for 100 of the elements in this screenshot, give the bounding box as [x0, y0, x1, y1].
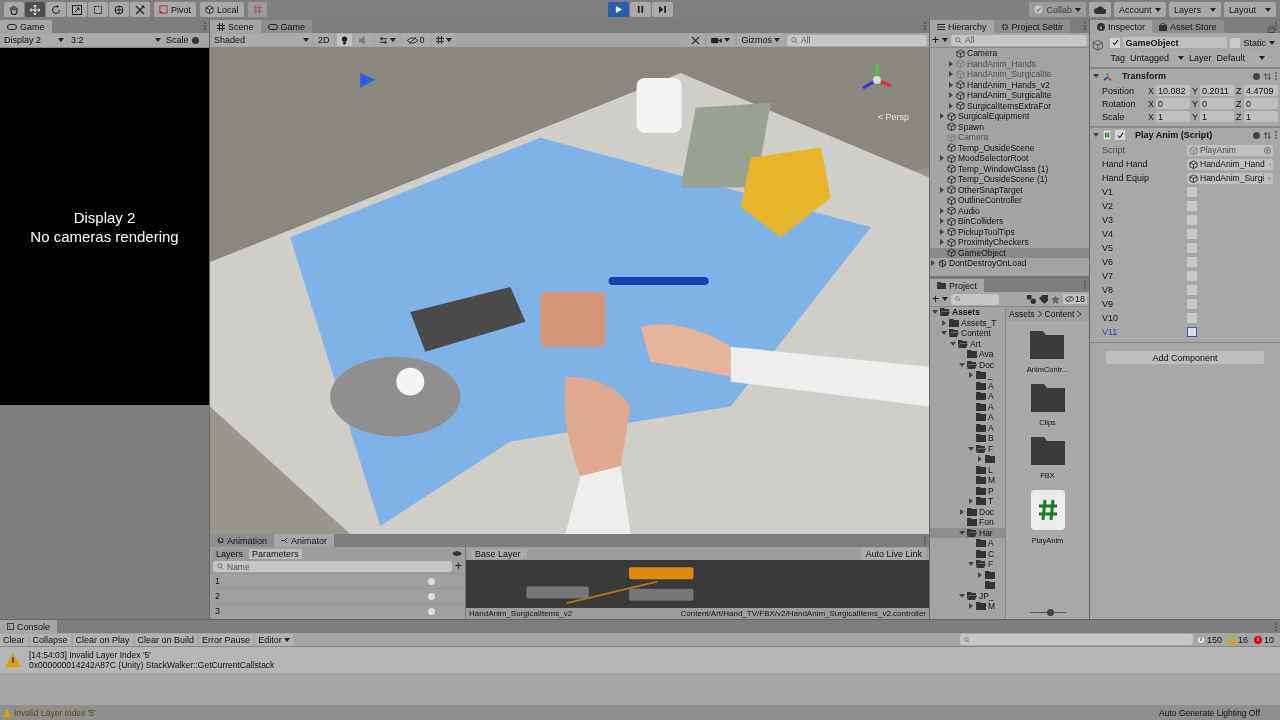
lock-icon[interactable] [1268, 25, 1275, 33]
audio-toggle[interactable] [354, 34, 372, 46]
hierarchy-row[interactable]: OtherSnapTarget [930, 184, 1089, 195]
toggle-checkbox[interactable] [1187, 201, 1197, 211]
console-toolbar-button[interactable]: Error Pause [199, 633, 254, 646]
disclosure-arrow-icon[interactable] [932, 309, 938, 316]
number-field[interactable]: 4.4709 [1244, 85, 1278, 96]
folder-row[interactable]: Doc [930, 506, 1005, 517]
auto-live-link-button[interactable]: Auto Live Link [861, 547, 926, 560]
hidden-objects-toggle[interactable]: 0 [402, 34, 429, 46]
folder-row[interactable]: A [930, 422, 1005, 433]
game-tab[interactable]: Game [0, 20, 52, 33]
help-icon[interactable] [1253, 72, 1260, 80]
script-file-icon[interactable] [1030, 490, 1065, 530]
disclosure-arrow-icon[interactable] [977, 571, 983, 578]
aspect-dropdown[interactable]: 3:2 [69, 34, 163, 46]
active-checkbox[interactable] [1110, 37, 1121, 48]
move-tool-button[interactable] [25, 2, 45, 17]
disclosure-arrow-icon[interactable] [941, 319, 947, 326]
error-count-toggle[interactable]: 10 [1252, 634, 1276, 645]
disclosure-arrow-icon[interactable] [977, 456, 983, 463]
hierarchy-row[interactable]: Spawn [930, 121, 1089, 132]
hierarchy-row[interactable]: PickupToolTips [930, 226, 1089, 237]
local-button[interactable]: Local [200, 2, 244, 17]
rect-tool-button[interactable] [88, 2, 108, 17]
hierarchy-search-field[interactable]: All [951, 34, 1087, 46]
hierarchy-row[interactable]: SurgicalEquipment [930, 111, 1089, 122]
info-count-toggle[interactable]: 150 [1194, 634, 1224, 645]
play-button[interactable] [607, 2, 629, 17]
animation-tab[interactable]: Animation [210, 534, 275, 547]
console-message[interactable]: [14:54:03] Invalid Layer Index '5' 0x000000014242A87C (Unity) StackWalker::GetCurrentCallstack [0, 647, 1280, 673]
project-search-field[interactable] [951, 293, 999, 305]
disclosure-arrow-icon[interactable] [948, 92, 954, 99]
cloud-button[interactable] [1089, 2, 1111, 17]
disclosure-arrow-icon[interactable] [939, 207, 945, 214]
console-toolbar-button[interactable]: Clear on Build [134, 633, 198, 646]
toggle-checkbox[interactable] [1187, 327, 1197, 337]
custom-tool-button[interactable] [130, 2, 150, 17]
base-layer-breadcrumb[interactable]: Base Layer [469, 548, 527, 559]
animator-subtab[interactable]: Parameters [249, 548, 302, 559]
project-settings-tab[interactable]: Project Settir [993, 20, 1071, 33]
disclosure-arrow-icon[interactable] [959, 508, 965, 515]
animator-subtab[interactable]: Layers [213, 548, 246, 559]
disclosure-arrow-icon[interactable] [968, 603, 974, 610]
scale-slider-handle[interactable] [191, 36, 199, 44]
sliders-icon[interactable] [1264, 72, 1271, 80]
warning-count-toggle[interactable]: 16 [1225, 634, 1250, 645]
toggle-checkbox[interactable] [1187, 271, 1197, 281]
star-icon[interactable] [1051, 294, 1060, 304]
filter-type-icon[interactable] [1027, 294, 1036, 304]
disclosure-arrow-icon[interactable] [959, 529, 965, 536]
parameter-row[interactable]: 1 [210, 573, 465, 588]
folder-row[interactable]: A [930, 380, 1005, 391]
breadcrumb-item[interactable]: Content [1044, 309, 1075, 319]
object-name-field[interactable]: GameObject [1123, 37, 1228, 48]
console-search-field[interactable] [959, 634, 1193, 645]
folder-row[interactable]: Assets_T [930, 317, 1005, 328]
label-tag-icon[interactable] [1039, 294, 1048, 304]
hierarchy-row[interactable]: OutlineController [930, 195, 1089, 206]
add-component-button[interactable]: Add Component [1106, 351, 1264, 364]
layer-dropdown[interactable]: Default [1214, 51, 1267, 64]
component-header[interactable]: Play Anim (Script) [1090, 127, 1280, 142]
disclosure-arrow-icon[interactable] [939, 228, 945, 235]
component-enabled-checkbox[interactable] [1115, 130, 1125, 140]
disclosure-arrow-icon[interactable] [941, 330, 947, 337]
collab-dropdown[interactable]: Collab [1029, 2, 1086, 17]
number-field[interactable]: 0 [1200, 98, 1234, 109]
shading-dropdown[interactable]: Shaded [212, 34, 311, 46]
hierarchy-row[interactable]: HandAnim_SurgicalIte [930, 90, 1089, 101]
folder-row[interactable]: _ [930, 370, 1005, 381]
camera-dropdown[interactable] [707, 34, 735, 46]
disclosure-arrow-icon[interactable] [948, 60, 954, 67]
hierarchy-row[interactable]: Temp_OusideScene [930, 142, 1089, 153]
tools-button[interactable] [687, 34, 705, 46]
state-node[interactable] [526, 586, 589, 599]
toggle-checkbox[interactable] [1187, 187, 1197, 197]
disclosure-arrow-icon[interactable] [948, 81, 954, 88]
console-toolbar-button[interactable]: Clear [0, 633, 28, 646]
console-toolbar-button[interactable]: Clear on Play [72, 633, 133, 646]
disclosure-arrow-icon[interactable] [939, 186, 945, 193]
2d-toggle[interactable]: 2D [314, 34, 334, 46]
add-parameter-button[interactable]: + [455, 561, 462, 572]
folder-row[interactable]: A [930, 538, 1005, 549]
toggle-checkbox[interactable] [1187, 285, 1197, 295]
create-button[interactable]: + [932, 293, 939, 305]
folder-row[interactable]: M [930, 601, 1005, 612]
hierarchy-row[interactable]: SurgicalItemsExtraFor [930, 100, 1089, 111]
folder-row[interactable]: A [930, 391, 1005, 402]
folder-row[interactable]: T [930, 496, 1005, 507]
console-toolbar-button[interactable]: Collapse [29, 633, 71, 646]
hierarchy-row[interactable]: HandAnim_Hands [930, 58, 1089, 69]
disclosure-arrow-icon[interactable] [939, 155, 945, 162]
disclosure-arrow-icon[interactable] [968, 561, 974, 568]
eye-icon[interactable] [452, 550, 462, 557]
folder-row[interactable]: A [930, 401, 1005, 412]
folder-icon[interactable] [1030, 331, 1065, 359]
asset-store-tab[interactable]: Asset Store [1152, 20, 1224, 33]
toggle-checkbox[interactable] [1187, 215, 1197, 225]
pause-button[interactable] [629, 2, 651, 17]
slider-handle[interactable] [1046, 609, 1054, 616]
